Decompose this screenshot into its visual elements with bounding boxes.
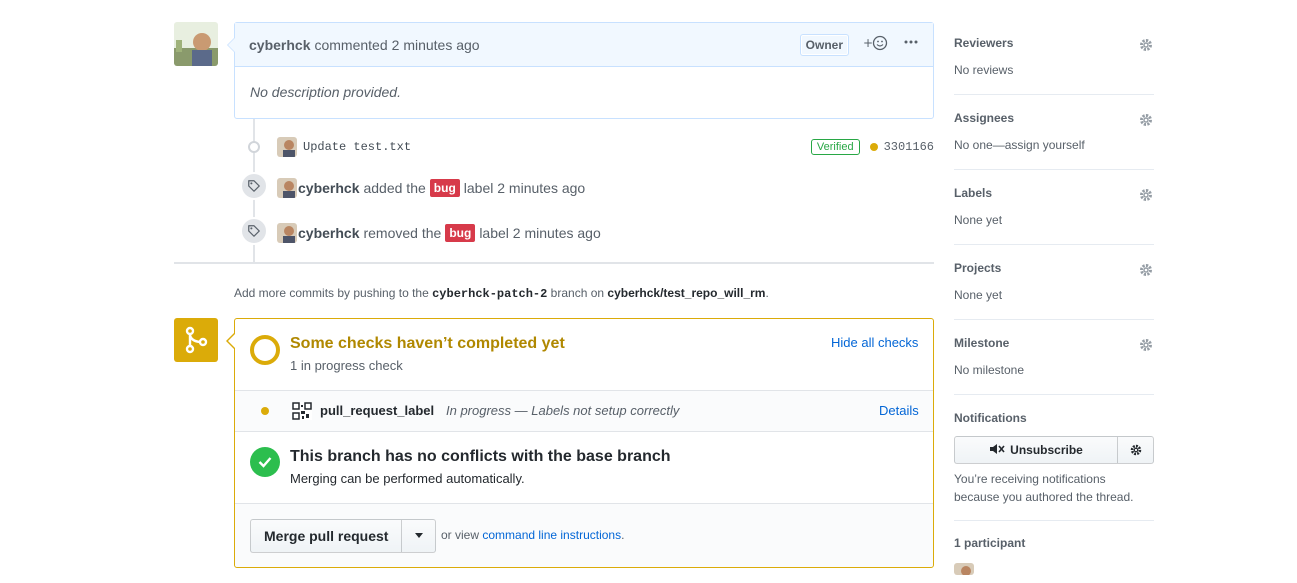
merge-pull-request-button[interactable]: Merge pull request bbox=[250, 519, 403, 553]
comment-header: cyberhck commented 2 minutes ago Owner + bbox=[227, 23, 933, 67]
bug-label[interactable]: bug bbox=[429, 179, 460, 197]
reviewers-heading[interactable]: Reviewers bbox=[954, 36, 1013, 50]
mute-icon bbox=[989, 443, 1005, 458]
app-qr-icon bbox=[292, 402, 312, 420]
labels-value: None yet bbox=[954, 213, 1003, 227]
milestone-heading[interactable]: Milestone bbox=[954, 336, 1009, 350]
event-avatar[interactable] bbox=[277, 178, 297, 198]
tag-icon bbox=[240, 217, 268, 245]
gear-icon[interactable] bbox=[1138, 112, 1154, 131]
checks-title: Some checks haven’t completed yet bbox=[290, 335, 565, 352]
comment-time[interactable]: 2 minutes ago bbox=[392, 37, 480, 53]
check-item: pull_request_label In progress — Labels … bbox=[235, 391, 933, 432]
merge-alt-suffix: . bbox=[621, 528, 625, 542]
pending-dot-icon bbox=[261, 407, 269, 415]
milestone-value: No milestone bbox=[954, 363, 1025, 377]
verified-badge[interactable]: Verified bbox=[810, 139, 860, 155]
merge-box: Some checks haven’t completed yet 1 in p… bbox=[226, 318, 934, 568]
repo-name: cyberhck/test_repo_will_rm bbox=[607, 286, 766, 300]
checks-subtitle: 1 in progress check bbox=[290, 358, 403, 373]
participant-avatar[interactable] bbox=[954, 563, 974, 575]
conflicts-subtitle: Merging can be performed automatically. bbox=[290, 471, 525, 486]
assignees-value[interactable]: No one—assign yourself bbox=[954, 138, 1085, 152]
check-circle-icon bbox=[250, 447, 280, 477]
kebab-horizontal-icon[interactable] bbox=[903, 34, 919, 55]
gear-icon[interactable] bbox=[1138, 262, 1154, 281]
tag-icon bbox=[240, 172, 268, 200]
push-note-middle: branch on bbox=[550, 286, 605, 300]
svg-text:+: + bbox=[863, 36, 873, 50]
commit-status-dot[interactable] bbox=[869, 143, 878, 151]
merge-alt-prefix: or view bbox=[441, 528, 480, 542]
hide-all-checks-link[interactable]: Hide all checks bbox=[831, 335, 918, 350]
push-note: Add more commits by pushing to the cyber… bbox=[234, 286, 769, 301]
label-event-removed: cyberhck removed the bug label 2 minutes… bbox=[277, 223, 601, 243]
conflicts-status: This branch has no conflicts with the ba… bbox=[235, 432, 933, 504]
commit-message[interactable]: Update test.txt bbox=[303, 140, 411, 154]
sidebar-participants: 1 participant bbox=[954, 536, 1025, 575]
event-text: added the bbox=[363, 180, 426, 196]
author-avatar[interactable] bbox=[174, 22, 218, 66]
conflicts-title: This branch has no conflicts with the ba… bbox=[290, 448, 671, 465]
comment-author[interactable]: cyberhck bbox=[249, 37, 310, 53]
gear-icon[interactable] bbox=[1138, 337, 1154, 356]
merge-button-group: Merge pull request bbox=[250, 519, 437, 553]
commit-row: Update test.txt Verified 3301166 bbox=[277, 137, 934, 157]
event-text-after: label 2 minutes ago bbox=[479, 225, 601, 241]
projects-heading[interactable]: Projects bbox=[954, 261, 1001, 275]
sidebar-reviewers: Reviewers No reviews bbox=[954, 22, 1154, 95]
check-status: In progress — Labels not setup correctly bbox=[446, 403, 680, 418]
bug-label[interactable]: bug bbox=[445, 224, 476, 242]
gear-icon[interactable] bbox=[1138, 187, 1154, 206]
comment-body: No description provided. bbox=[250, 84, 401, 100]
owner-badge: Owner bbox=[799, 33, 849, 56]
notifications-heading: Notifications bbox=[954, 411, 1027, 425]
comment-action: commented bbox=[314, 36, 388, 53]
branch-name: cyberhck-patch-2 bbox=[432, 287, 548, 301]
caret-down-icon[interactable] bbox=[402, 519, 437, 553]
sidebar-notifications: Notifications Unsubscribe You’re receivi… bbox=[954, 395, 1154, 521]
checks-summary: Some checks haven’t completed yet 1 in p… bbox=[235, 319, 933, 391]
push-note-suffix: . bbox=[765, 286, 769, 300]
sidebar: Reviewers No reviews Assignees No one—as… bbox=[954, 22, 1154, 583]
commit-avatar[interactable] bbox=[277, 137, 297, 157]
timeline-divider bbox=[174, 262, 934, 264]
git-merge-icon bbox=[174, 318, 218, 362]
event-text: removed the bbox=[363, 225, 442, 241]
unsubscribe-button[interactable]: Unsubscribe bbox=[954, 436, 1118, 464]
push-note-prefix: Add more commits by pushing to the bbox=[234, 286, 429, 300]
event-text-after: label 2 minutes ago bbox=[463, 180, 586, 196]
label-event-added: cyberhck added the bug label 2 minutes a… bbox=[277, 178, 585, 198]
assignees-heading[interactable]: Assignees bbox=[954, 111, 1014, 125]
pending-status-icon bbox=[250, 335, 280, 365]
sidebar-labels: Labels None yet bbox=[954, 170, 1154, 245]
event-actor[interactable]: cyberhck bbox=[298, 225, 359, 241]
reviewers-value: No reviews bbox=[954, 63, 1014, 77]
command-line-instructions-link[interactable]: command line instructions bbox=[482, 528, 621, 542]
event-actor[interactable]: cyberhck bbox=[298, 180, 359, 196]
notifications-reason: You’re receiving notifications because y… bbox=[954, 472, 1134, 504]
gear-icon[interactable] bbox=[1138, 37, 1154, 56]
labels-heading[interactable]: Labels bbox=[954, 186, 992, 200]
event-avatar[interactable] bbox=[277, 223, 297, 243]
check-name: pull_request_label bbox=[320, 403, 435, 418]
unsubscribe-label: Unsubscribe bbox=[1010, 443, 1083, 457]
smiley-add-icon[interactable]: + bbox=[863, 35, 889, 54]
projects-value: None yet bbox=[954, 288, 1003, 302]
merge-alt-text: or view command line instructions. bbox=[441, 528, 624, 542]
unsubscribe-group: Unsubscribe bbox=[954, 436, 1154, 464]
sidebar-milestone: Milestone No milestone bbox=[954, 320, 1154, 395]
participants-heading: 1 participant bbox=[954, 536, 1026, 550]
gear-icon[interactable] bbox=[1118, 436, 1154, 464]
check-details-link[interactable]: Details bbox=[879, 403, 919, 418]
sidebar-projects: Projects None yet bbox=[954, 245, 1154, 320]
merge-actions: Merge pull request or view command line … bbox=[235, 504, 933, 567]
sidebar-assignees: Assignees No one—assign yourself bbox=[954, 95, 1154, 170]
commit-node-icon bbox=[248, 141, 260, 153]
commit-sha[interactable]: 3301166 bbox=[884, 140, 934, 154]
comment-box: cyberhck commented 2 minutes ago Owner +… bbox=[227, 22, 934, 119]
